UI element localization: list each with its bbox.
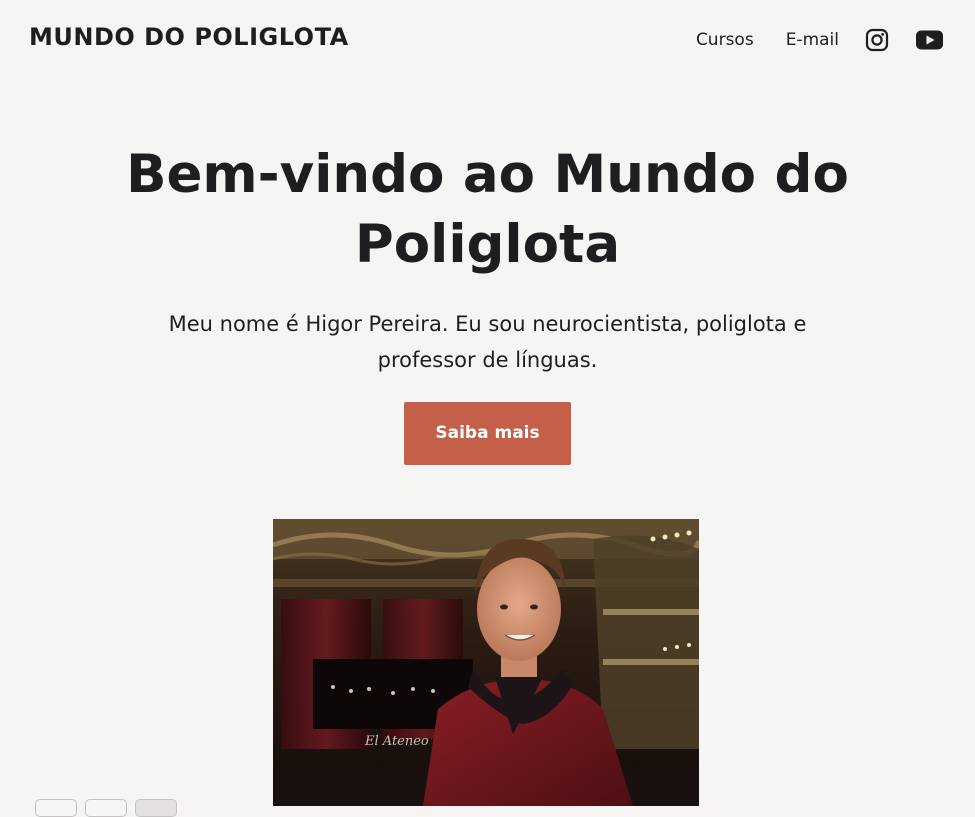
site-header: MUNDO DO POLIGLOTA Cursos E-mail xyxy=(0,0,975,80)
photo-sign-text: El Ateneo xyxy=(364,734,429,749)
instagram-icon[interactable] xyxy=(863,26,891,54)
hero-section: Bem-vindo ao Mundo do Poliglota Meu nome… xyxy=(0,140,975,465)
profile-photo-illustration: El Ateneo xyxy=(273,519,699,806)
instagram-glyph xyxy=(865,28,889,52)
saiba-mais-button[interactable]: Saiba mais xyxy=(404,402,571,465)
mini-tab[interactable] xyxy=(135,799,177,817)
nav-link-cursos[interactable]: Cursos xyxy=(696,30,754,50)
youtube-glyph xyxy=(915,30,943,50)
hero-title: Bem-vindo ao Mundo do Poliglota xyxy=(126,144,849,275)
mini-tab[interactable] xyxy=(85,799,127,817)
nav-link-email[interactable]: E-mail xyxy=(786,30,839,50)
youtube-icon[interactable] xyxy=(915,26,943,54)
hero-subtitle: Meu nome é Higor Pereira. Eu sou neuroci… xyxy=(168,312,807,372)
bottom-tab-strip xyxy=(35,799,185,817)
main-nav: Cursos E-mail xyxy=(664,26,943,54)
mini-tab[interactable] xyxy=(35,799,77,817)
site-logo[interactable]: MUNDO DO POLIGLOTA xyxy=(29,23,349,51)
profile-photo: El Ateneo xyxy=(273,519,699,806)
